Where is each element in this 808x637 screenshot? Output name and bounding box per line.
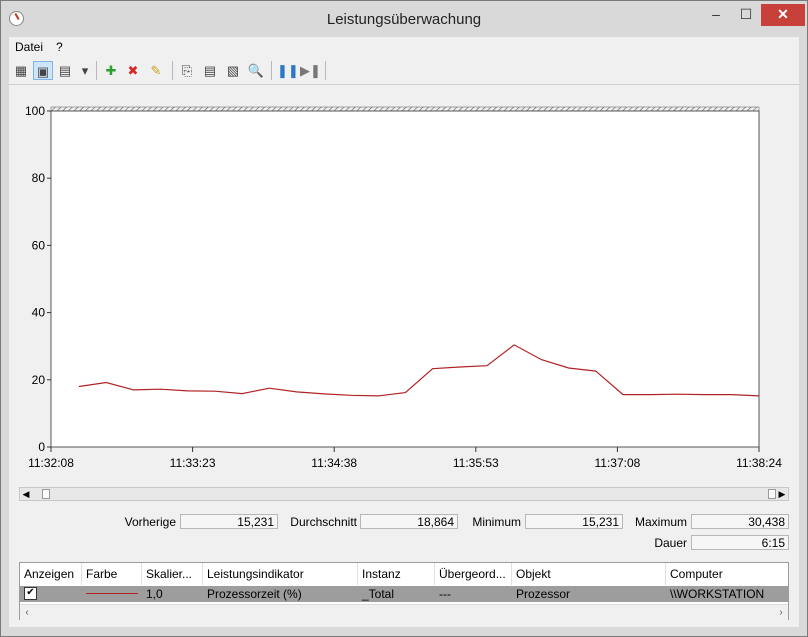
upper-limit-band xyxy=(50,106,760,112)
toolbar-separator xyxy=(271,61,272,80)
toolbar-separator xyxy=(172,61,173,80)
column-header-object[interactable]: Objekt xyxy=(512,563,666,585)
scroll-thumb-start[interactable] xyxy=(42,489,50,499)
column-header-computer[interactable]: Computer xyxy=(666,563,788,585)
x-tick-label: 11:34:38 xyxy=(311,456,357,470)
column-header-scale[interactable]: Skalier... xyxy=(142,563,203,585)
update-data-icon[interactable]: ▶❚ xyxy=(300,61,321,80)
stat-average-value: 18,864 xyxy=(360,514,458,529)
counter-table: Anzeigen Farbe Skalier... Leistungsindik… xyxy=(19,562,789,620)
stat-minimum-label: Minimum xyxy=(472,515,521,529)
x-tick-label: 11:38:24 xyxy=(736,456,782,470)
add-counter-icon[interactable]: ✚ xyxy=(101,61,121,80)
scroll-left-icon[interactable]: ◀ xyxy=(20,487,32,501)
stat-maximum-label: Maximum xyxy=(634,515,687,529)
cell-object: Prozessor xyxy=(516,587,571,601)
x-tick-label: 11:37:08 xyxy=(594,456,640,470)
minimize-button[interactable]: – xyxy=(701,4,731,26)
y-tick-label: 100 xyxy=(25,104,45,118)
x-tick-label: 11:33:23 xyxy=(170,456,216,470)
menu-bar: Datei ? xyxy=(9,37,799,57)
paste-counter-list-icon[interactable]: ▤ xyxy=(200,61,220,80)
stat-minimum-value: 15,231 xyxy=(525,514,623,529)
column-header-parent[interactable]: Übergeord... xyxy=(435,563,512,585)
toolbar: ▦ ▣ ▤ ▾ ✚ ✖ ✎ ⎘ ▤ ▧ 🔍 ❚❚ ▶❚ xyxy=(9,57,799,85)
zoom-icon[interactable]: 🔍 xyxy=(246,61,266,80)
maximize-button[interactable]: ☐ xyxy=(731,4,761,26)
stat-previous-value: 15,231 xyxy=(180,514,278,529)
menu-datei[interactable]: Datei xyxy=(15,40,43,54)
cell-parent: --- xyxy=(439,587,451,601)
cell-scale: 1,0 xyxy=(146,587,163,601)
main-content: 0 20 40 60 80 100 11:32:08 11:33:23 11:34:38 11:3… xyxy=(9,85,799,627)
cell-counter: Prozessorzeit (%) xyxy=(207,587,302,601)
highlight-icon[interactable]: ✎ xyxy=(146,61,166,80)
dropdown-arrow-icon[interactable]: ▾ xyxy=(75,61,95,80)
cell-computer: \\WORKSTATION xyxy=(670,587,765,601)
column-header-instance[interactable]: Instanz xyxy=(358,563,435,585)
toolbar-separator xyxy=(96,61,97,80)
column-header-color[interactable]: Farbe xyxy=(82,563,142,585)
x-tick-label: 11:32:08 xyxy=(28,456,74,470)
stat-duration-label: Dauer xyxy=(654,536,687,550)
y-tick-label: 60 xyxy=(32,238,46,252)
y-tick-label: 40 xyxy=(32,306,46,320)
performance-monitor-window: Leistungsüberwachung – ☐ ✕ Datei ? ▦ ▣ ▤ ▾ ✚… xyxy=(0,0,808,637)
close-button[interactable]: ✕ xyxy=(761,4,805,26)
time-scrollbar[interactable]: ◀ ▶ xyxy=(19,487,789,501)
column-header-show[interactable]: Anzeigen xyxy=(20,563,82,585)
y-tick-label: 0 xyxy=(38,440,45,454)
stat-previous-label: Vorherige xyxy=(124,515,176,529)
toolbar-separator xyxy=(325,61,326,80)
window-title: Leistungsüberwachung xyxy=(326,11,482,28)
view-histogram-icon[interactable]: ▣ xyxy=(33,61,53,80)
scroll-right-icon[interactable]: ▶ xyxy=(776,487,788,501)
y-tick-label: 80 xyxy=(32,171,46,185)
title-bar[interactable]: Leistungsüberwachung – ☐ ✕ xyxy=(1,1,807,37)
menu-help[interactable]: ? xyxy=(56,40,63,54)
x-tick-label: 11:35:53 xyxy=(453,456,499,470)
table-scroll-right-icon[interactable]: › xyxy=(774,605,788,620)
y-tick-label: 20 xyxy=(32,373,46,387)
color-swatch xyxy=(86,593,138,594)
cell-instance: _Total xyxy=(362,587,395,601)
stat-maximum-value: 30,438 xyxy=(691,514,789,529)
delete-counter-icon[interactable]: ✖ xyxy=(123,61,143,80)
freeze-display-icon[interactable]: ❚❚ xyxy=(277,61,299,80)
table-scroll-left-icon[interactable]: ‹ xyxy=(20,605,34,620)
change-graph-type-icon[interactable]: ▤ xyxy=(55,61,75,80)
view-graph-icon[interactable]: ▦ xyxy=(11,61,31,80)
stat-duration-value: 6:15 xyxy=(691,535,789,550)
line-chart: 0 20 40 60 80 100 11:32:08 11:33:23 11:34:38 11:3… xyxy=(25,104,782,470)
scroll-thumb-end[interactable] xyxy=(768,489,776,499)
properties-icon[interactable]: ▧ xyxy=(223,61,243,80)
copy-properties-icon[interactable]: ⎘ xyxy=(177,61,197,80)
plot-area xyxy=(50,110,760,448)
table-row[interactable]: ✔ 1,0 Prozessorzeit (%) _Total --- Proze… xyxy=(20,586,788,602)
stat-average-label: Durchschnitt xyxy=(290,515,357,529)
column-header-counter[interactable]: Leistungsindikator xyxy=(203,563,358,585)
table-horizontal-scrollbar[interactable]: ‹ › xyxy=(20,604,788,620)
show-checkbox[interactable]: ✔ xyxy=(24,587,37,600)
